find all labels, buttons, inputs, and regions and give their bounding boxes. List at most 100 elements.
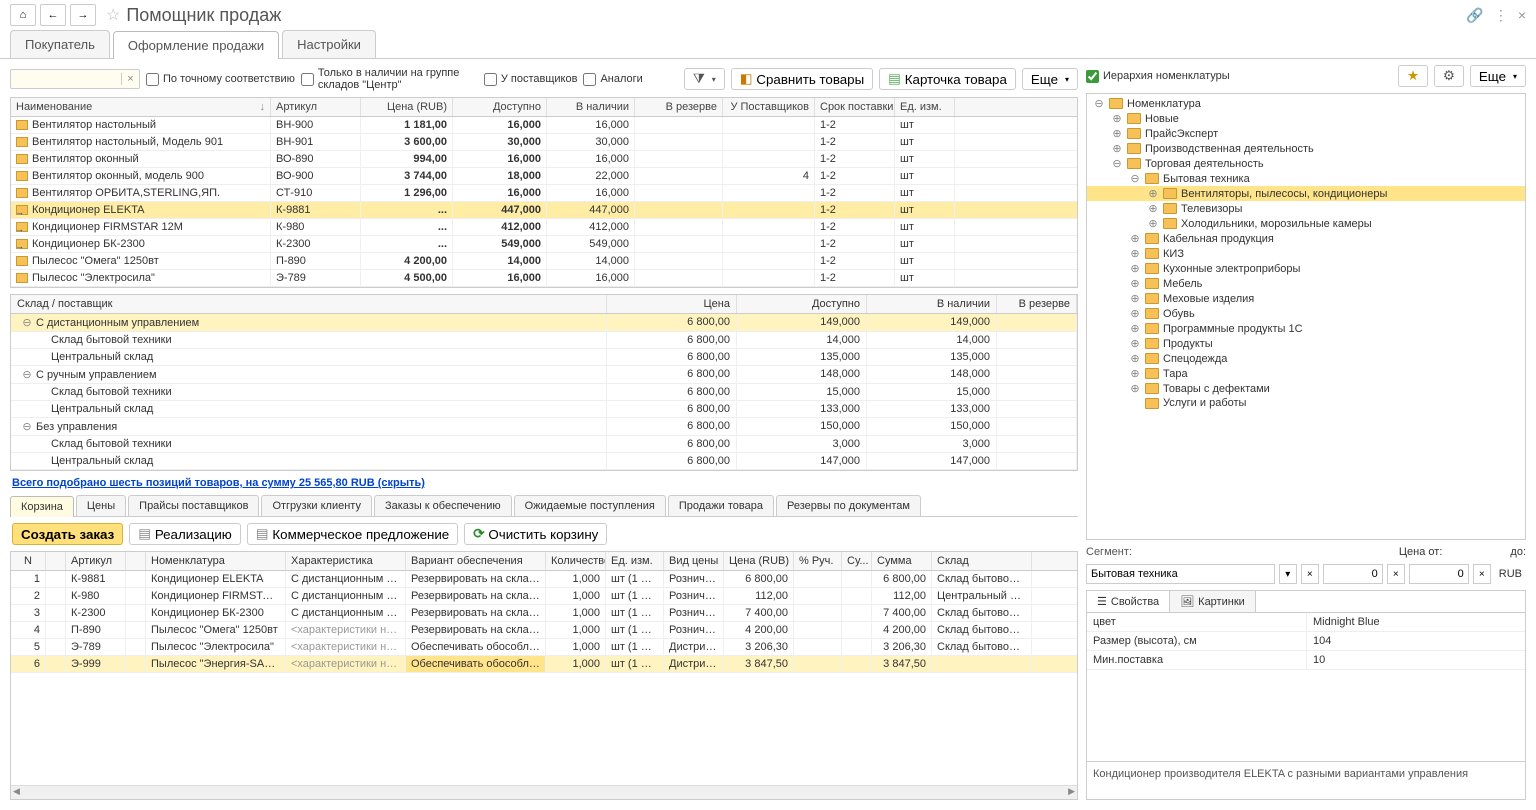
price-from-input[interactable] (1323, 564, 1383, 584)
tree-node[interactable]: ⊕Телевизоры (1087, 201, 1525, 216)
basket-col-header[interactable]: N (11, 552, 46, 570)
summary-link[interactable]: Всего подобрано шесть позиций товаров, н… (10, 471, 1078, 495)
tree-expand-icon[interactable]: ⊕ (1129, 322, 1141, 335)
filter-funnel-button[interactable]: ⧩▾ (684, 68, 725, 90)
tree-expand-icon[interactable]: ⊕ (1147, 217, 1159, 230)
basket-col-header[interactable] (126, 552, 146, 570)
products-col-header[interactable]: В наличии (547, 98, 635, 116)
main-tab-0[interactable]: Покупатель (10, 30, 110, 58)
refresh-tree-button[interactable]: ★ (1398, 65, 1428, 87)
products-col-header[interactable]: У Поставщиков (723, 98, 815, 116)
tree-expand-icon[interactable]: ⊕ (1129, 337, 1141, 350)
tree-expand-icon[interactable]: ⊕ (1147, 202, 1159, 215)
tree-expand-icon[interactable]: ⊕ (1147, 187, 1159, 200)
commercial-offer-button[interactable]: ▤Коммерческое предложение (247, 523, 458, 545)
close-icon[interactable]: × (1518, 7, 1526, 24)
basket-col-header[interactable]: Склад (932, 552, 1032, 570)
analogs-checkbox[interactable]: Аналоги (583, 73, 642, 86)
product-row[interactable]: Вентилятор оконный, модель 900ВО-9003 74… (11, 168, 1077, 185)
tree-node[interactable]: ⊖Торговая деятельность (1087, 156, 1525, 171)
basket-col-header[interactable]: Артикул (66, 552, 126, 570)
tree-node[interactable]: ⊕Товары с дефектами (1087, 381, 1525, 396)
basket-row[interactable]: 2К-980Кондиционер FIRMSTAR 12...С дистан… (11, 588, 1077, 605)
warehouse-col-header[interactable]: Цена (607, 295, 737, 313)
tree-expand-icon[interactable]: ⊕ (1129, 307, 1141, 320)
tree-node[interactable]: ⊕Спецодежда (1087, 351, 1525, 366)
products-col-header[interactable]: Срок поставки (815, 98, 895, 116)
in-stock-checkbox[interactable]: Только в наличии на группе складов "Цент… (301, 67, 478, 91)
tree-expand-icon[interactable]: ⊕ (1129, 367, 1141, 380)
tree-expand-icon[interactable]: ⊕ (1129, 247, 1141, 260)
basket-col-header[interactable]: Су... (842, 552, 872, 570)
prop-tab-0[interactable]: ☰Свойства (1087, 591, 1170, 612)
basket-row[interactable]: 6Э-999Пылесос "Энергия-SANYO"<характерис… (11, 656, 1077, 673)
basket-col-header[interactable]: Номенклатура (146, 552, 286, 570)
expand-icon[interactable]: ⊖ (21, 420, 33, 433)
warehouse-row[interactable]: Центральный склад6 800,00135,000135,000 (11, 349, 1077, 366)
warehouse-row[interactable]: ⊖ С дистанционным управлением6 800,00149… (11, 314, 1077, 332)
tree-node[interactable]: ⊕Холодильники, морозильные камеры (1087, 216, 1525, 231)
price-to-input[interactable] (1409, 564, 1469, 584)
property-row[interactable]: Размер (высота), см104 (1087, 632, 1525, 651)
product-row[interactable]: Пылесос "Электросила"Э-7894 500,0016,000… (11, 270, 1077, 287)
create-order-button[interactable]: Создать заказ (12, 523, 123, 545)
tree-expand-icon[interactable]: ⊖ (1093, 97, 1105, 110)
warehouse-col-header[interactable]: В резерве (997, 295, 1077, 313)
tree-expand-icon[interactable]: ⊕ (1129, 232, 1141, 245)
search-input[interactable] (11, 70, 121, 88)
tree-expand-icon[interactable]: ⊕ (1111, 112, 1123, 125)
segment-input[interactable] (1086, 564, 1275, 584)
segment-clear-button[interactable]: × (1301, 564, 1319, 584)
tree-node[interactable]: ⊕Программные продукты 1С (1087, 321, 1525, 336)
product-row[interactable]: Вентилятор оконныйВО-890994,0016,00016,0… (11, 151, 1077, 168)
basket-tab-5[interactable]: Ожидаемые поступления (514, 495, 666, 516)
tree-node[interactable]: Услуги и работы (1087, 396, 1525, 410)
warehouse-row[interactable]: Центральный склад6 800,00133,000133,000 (11, 401, 1077, 418)
tree-node[interactable]: ⊕Кухонные электроприборы (1087, 261, 1525, 276)
warehouse-row[interactable]: Склад бытовой техники6 800,003,0003,000 (11, 436, 1077, 453)
products-col-header[interactable]: Наименование ↓ (11, 98, 271, 116)
basket-col-header[interactable]: Количество (546, 552, 606, 570)
products-col-header[interactable]: Артикул (271, 98, 361, 116)
tree-expand-icon[interactable]: ⊖ (1129, 172, 1141, 185)
price-from-clear-button[interactable]: × (1387, 564, 1405, 584)
tree-node[interactable]: ⊖Номенклатура (1087, 96, 1525, 111)
basket-tab-6[interactable]: Продажи товара (668, 495, 774, 516)
basket-row[interactable]: 4П-890Пылесос "Омега" 1250вт<характерист… (11, 622, 1077, 639)
basket-col-header[interactable]: Характеристика (286, 552, 406, 570)
product-card-button[interactable]: ▤Карточка товара (879, 68, 1016, 90)
price-to-clear-button[interactable]: × (1473, 564, 1491, 584)
tree-node[interactable]: ⊕Производственная деятельность (1087, 141, 1525, 156)
compare-button[interactable]: ◧Сравнить товары (731, 68, 873, 90)
property-row[interactable]: цветMidnight Blue (1087, 613, 1525, 632)
tree-expand-icon[interactable]: ⊖ (1111, 157, 1123, 170)
tree-node[interactable]: ⊕КИЗ (1087, 246, 1525, 261)
tree-expand-icon[interactable]: ⊕ (1129, 382, 1141, 395)
basket-col-header[interactable]: Вид цены (664, 552, 724, 570)
home-button[interactable]: ⌂ (10, 4, 36, 26)
segment-dropdown-button[interactable]: ▾ (1279, 564, 1297, 584)
products-col-header[interactable]: Цена (RUB) (361, 98, 453, 116)
product-row[interactable]: Кондиционер FIRMSTAR 12MК-980...412,0004… (11, 219, 1077, 236)
tree-expand-icon[interactable]: ⊕ (1111, 142, 1123, 155)
basket-row[interactable]: 5Э-789Пылесос "Электросила"<характеристи… (11, 639, 1077, 656)
main-tab-1[interactable]: Оформление продажи (113, 31, 279, 59)
tree-node[interactable]: ⊕Меховые изделия (1087, 291, 1525, 306)
basket-tab-3[interactable]: Отгрузки клиенту (261, 495, 372, 516)
tree-node[interactable]: ⊕Мебель (1087, 276, 1525, 291)
basket-col-header[interactable]: Вариант обеспечения (406, 552, 546, 570)
favorite-star-icon[interactable]: ☆ (106, 5, 120, 25)
main-tab-2[interactable]: Настройки (282, 30, 376, 58)
products-col-header[interactable]: В резерве (635, 98, 723, 116)
basket-row[interactable]: 3К-2300Кондиционер БК-2300С дистанционны… (11, 605, 1077, 622)
realization-button[interactable]: ▤Реализацию (129, 523, 241, 545)
kebab-menu-icon[interactable]: ⋮ (1494, 7, 1508, 24)
prop-tab-1[interactable]: 🖼Картинки (1170, 591, 1256, 612)
warehouse-col-header[interactable]: Доступно (737, 295, 867, 313)
tree-node[interactable]: ⊖Бытовая техника (1087, 171, 1525, 186)
more-button-left[interactable]: Еще▾ (1022, 68, 1078, 90)
warehouse-col-header[interactable]: В наличии (867, 295, 997, 313)
clear-basket-button[interactable]: ⟳Очистить корзину (464, 523, 607, 545)
tree-node[interactable]: ⊕Тара (1087, 366, 1525, 381)
more-button-right[interactable]: Еще▾ (1470, 65, 1526, 87)
